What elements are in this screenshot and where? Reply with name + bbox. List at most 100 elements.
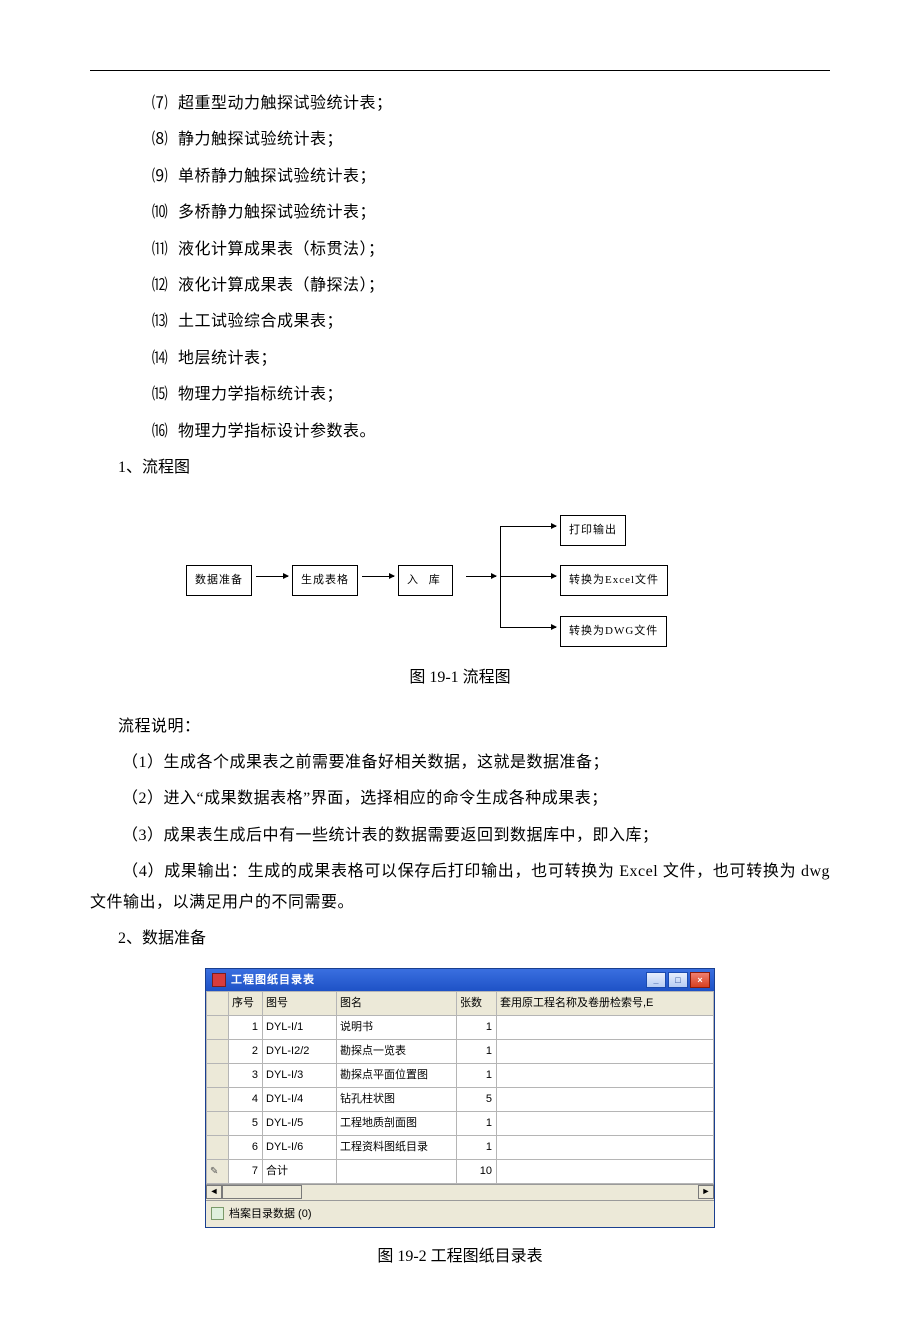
horizontal-scrollbar[interactable]: ◄ ► bbox=[206, 1184, 714, 1200]
table-row[interactable]: 3DYL-I/3勘探点平面位置图1 bbox=[207, 1064, 714, 1088]
list-item: ⑾液化计算成果表（标贯法）； bbox=[90, 235, 830, 265]
scroll-thumb[interactable] bbox=[222, 1185, 302, 1199]
table-cell[interactable]: DYL-I/4 bbox=[263, 1087, 337, 1111]
close-button[interactable]: × bbox=[690, 972, 710, 988]
table-cell[interactable] bbox=[497, 1040, 714, 1064]
list-item: ⒀土工试验综合成果表； bbox=[90, 307, 830, 337]
arrow-icon bbox=[466, 576, 496, 577]
explain-item: （1）生成各个成果表之前需要准备好相关数据，这就是数据准备； bbox=[90, 748, 830, 778]
flow-node-prepare: 数据准备 bbox=[186, 565, 252, 596]
table-cell[interactable] bbox=[207, 1016, 229, 1040]
list-item-text: 超重型动力触探试验统计表； bbox=[178, 95, 393, 112]
table-cell[interactable] bbox=[497, 1111, 714, 1135]
column-header[interactable]: 图名 bbox=[337, 992, 457, 1016]
list-item-number: ⑻ bbox=[146, 125, 174, 155]
table-cell[interactable]: 2 bbox=[229, 1040, 263, 1064]
table-cell[interactable] bbox=[337, 1159, 457, 1183]
window-title: 工程图纸目录表 bbox=[231, 970, 644, 991]
table-cell[interactable]: 5 bbox=[457, 1087, 497, 1111]
section-heading-flowchart: 1、流程图 bbox=[90, 453, 830, 483]
table-cell[interactable]: 勘探点一览表 bbox=[337, 1040, 457, 1064]
explain-item: （3）成果表生成后中有一些统计表的数据需要返回到数据库中，即入库； bbox=[90, 821, 830, 851]
list-item: ⑼单桥静力触探试验统计表； bbox=[90, 162, 830, 192]
list-item-text: 土工试验综合成果表； bbox=[178, 313, 343, 330]
table-row[interactable]: ✎7合计 10 bbox=[207, 1159, 714, 1183]
column-header[interactable] bbox=[207, 992, 229, 1016]
table-cell[interactable]: 1 bbox=[457, 1016, 497, 1040]
list-item-text: 地层统计表； bbox=[178, 350, 277, 367]
list-item: ⒂物理力学指标统计表； bbox=[90, 380, 830, 410]
table-row[interactable]: 4DYL-I/4钻孔柱状图5 bbox=[207, 1087, 714, 1111]
table-cell[interactable]: 工程地质剖面图 bbox=[337, 1111, 457, 1135]
table-row[interactable]: 5DYL-I/5工程地质剖面图1 bbox=[207, 1111, 714, 1135]
table-cell[interactable] bbox=[497, 1159, 714, 1183]
column-header[interactable]: 套用原工程名称及卷册检索号,E bbox=[497, 992, 714, 1016]
list-item-text: 液化计算成果表（标贯法）； bbox=[178, 241, 385, 258]
table-cell[interactable]: DYL-I/3 bbox=[263, 1064, 337, 1088]
table-cell[interactable]: 钻孔柱状图 bbox=[337, 1087, 457, 1111]
embedded-window: 工程图纸目录表 _ □ × 序号图号图名张数套用原工程名称及卷册检索号,E 1D… bbox=[205, 968, 715, 1228]
table-cell[interactable]: 1 bbox=[457, 1064, 497, 1088]
table-cell[interactable]: DYL-I2/2 bbox=[263, 1040, 337, 1064]
table-cell[interactable] bbox=[497, 1135, 714, 1159]
table-cell[interactable]: 3 bbox=[229, 1064, 263, 1088]
data-grid[interactable]: 序号图号图名张数套用原工程名称及卷册检索号,E 1DYL-I/1说明书12DYL… bbox=[206, 991, 714, 1199]
table-cell[interactable]: 1 bbox=[457, 1135, 497, 1159]
table-cell[interactable]: 4 bbox=[229, 1087, 263, 1111]
list-item-number: ⒀ bbox=[146, 307, 174, 337]
arrow-icon bbox=[500, 526, 556, 527]
list-item-number: ⒂ bbox=[146, 380, 174, 410]
list-item-text: 物理力学指标统计表； bbox=[178, 386, 343, 403]
table-cell[interactable]: 5 bbox=[229, 1111, 263, 1135]
table-cell[interactable]: ✎ bbox=[207, 1159, 229, 1183]
flow-node-print: 打印输出 bbox=[560, 515, 626, 546]
status-text: 档案目录数据 (0) bbox=[229, 1204, 312, 1225]
scroll-right-button[interactable]: ► bbox=[698, 1185, 714, 1199]
flow-node-generate: 生成表格 bbox=[292, 565, 358, 596]
table-cell[interactable]: 说明书 bbox=[337, 1016, 457, 1040]
table-cell[interactable]: 1 bbox=[457, 1111, 497, 1135]
table-cell[interactable]: DYL-I/6 bbox=[263, 1135, 337, 1159]
window-titlebar[interactable]: 工程图纸目录表 _ □ × bbox=[206, 969, 714, 991]
table-cell[interactable]: 10 bbox=[457, 1159, 497, 1183]
arrow-icon bbox=[500, 576, 556, 577]
table-cell[interactable]: DYL-I/5 bbox=[263, 1111, 337, 1135]
table-cell[interactable]: 1 bbox=[457, 1040, 497, 1064]
list-item: ⑻静力触探试验统计表； bbox=[90, 125, 830, 155]
maximize-button[interactable]: □ bbox=[668, 972, 688, 988]
table-row[interactable]: 2DYL-I2/2勘探点一览表1 bbox=[207, 1040, 714, 1064]
minimize-button[interactable]: _ bbox=[646, 972, 666, 988]
explain-item: （4）成果输出：生成的成果表格可以保存后打印输出，也可转换为 Excel 文件，… bbox=[90, 857, 830, 918]
window-app-icon bbox=[212, 973, 226, 987]
list-item-text: 物理力学指标设计参数表。 bbox=[178, 423, 376, 440]
explain-item: （2）进入“成果数据表格”界面，选择相应的命令生成各种成果表； bbox=[90, 784, 830, 814]
table-cell[interactable] bbox=[497, 1064, 714, 1088]
table-cell[interactable]: 1 bbox=[229, 1016, 263, 1040]
flow-node-store: 入 库 bbox=[398, 565, 453, 596]
table-cell[interactable]: 工程资料图纸目录 bbox=[337, 1135, 457, 1159]
table-cell[interactable] bbox=[207, 1087, 229, 1111]
list-item-text: 液化计算成果表（静探法）； bbox=[178, 277, 385, 294]
table-cell[interactable]: 6 bbox=[229, 1135, 263, 1159]
table-cell[interactable] bbox=[497, 1087, 714, 1111]
window-statusbar[interactable]: 档案目录数据 (0) bbox=[206, 1200, 714, 1228]
table-cell[interactable] bbox=[497, 1016, 714, 1040]
explain-item-text: （4）成果输出：生成的成果表格可以保存后打印输出，也可转换为 Excel 文件，… bbox=[90, 863, 830, 910]
column-header[interactable]: 张数 bbox=[457, 992, 497, 1016]
list-item: ⒁地层统计表； bbox=[90, 344, 830, 374]
table-cell[interactable] bbox=[207, 1040, 229, 1064]
column-header[interactable]: 序号 bbox=[229, 992, 263, 1016]
table-row[interactable]: 6DYL-I/6工程资料图纸目录1 bbox=[207, 1135, 714, 1159]
table-cell[interactable] bbox=[207, 1111, 229, 1135]
table-cell[interactable]: DYL-I/1 bbox=[263, 1016, 337, 1040]
table-row[interactable]: 1DYL-I/1说明书1 bbox=[207, 1016, 714, 1040]
table-cell[interactable]: 7 bbox=[229, 1159, 263, 1183]
table-cell[interactable]: 勘探点平面位置图 bbox=[337, 1064, 457, 1088]
flowchart-figure: 数据准备 生成表格 入 库 打印输出 转换为Excel文件 转换为DWG文件 bbox=[90, 509, 830, 649]
table-cell[interactable] bbox=[207, 1135, 229, 1159]
table-cell[interactable]: 合计 bbox=[263, 1159, 337, 1183]
scroll-left-button[interactable]: ◄ bbox=[206, 1185, 222, 1199]
column-header[interactable]: 图号 bbox=[263, 992, 337, 1016]
table-cell[interactable] bbox=[207, 1064, 229, 1088]
list-item: ⑿液化计算成果表（静探法）； bbox=[90, 271, 830, 301]
